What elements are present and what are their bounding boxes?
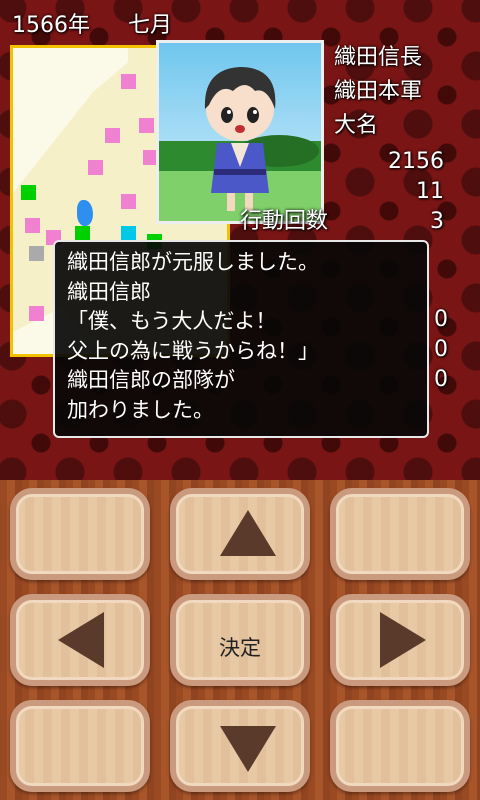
dialog-line: 織田信郎 [67,279,151,304]
blank-button-bottom-right[interactable] [330,700,470,792]
game-screen: 1566年 七月 織田信長 織田本軍 大名 2156 11 行動回数 3 0 0… [0,0,480,480]
stat-value: 0 [434,337,448,362]
stat-value: 3 [430,209,444,234]
province-marker[interactable] [29,246,44,261]
province-marker[interactable] [121,226,136,241]
right-button[interactable] [330,594,470,686]
portrait-art [159,43,321,221]
down-button[interactable] [170,700,310,792]
daimyo-name: 織田信長 [334,45,423,70]
character-portrait [156,40,324,224]
province-marker[interactable] [105,128,120,143]
month-label: 七月 [128,13,173,38]
confirm-label: 決定 [219,636,261,660]
right-arrow-icon [380,612,426,668]
control-pad: 決定 [0,480,480,800]
province-marker[interactable] [25,218,40,233]
message-dialog[interactable]: 織田信郎が元服しました。 織田信郎 「僕、もう大人だよ！ 父上の為に戦うからね！… [53,240,429,438]
province-marker[interactable] [139,118,154,133]
province-marker[interactable] [75,226,90,241]
lake-biwa [77,200,93,226]
year-label: 1566年 [12,13,90,38]
stat-value: 0 [434,367,448,392]
up-arrow-icon [220,510,276,556]
down-arrow-icon [220,726,276,772]
province-marker[interactable] [21,185,36,200]
province-marker[interactable] [121,74,136,89]
confirm-button[interactable]: 決定 [170,594,310,686]
blank-button-top-right[interactable] [330,488,470,580]
rank-label: 大名 [334,113,379,138]
dialog-line: 織田信郎が元服しました。 [67,250,319,274]
army-name: 織田本軍 [334,79,423,104]
province-marker[interactable] [29,306,44,321]
left-button[interactable] [10,594,150,686]
dialog-line: 織田信郎の部隊が [67,368,235,392]
stat-value: 2156 [388,149,444,174]
dialog-line: 父上の為に戦うからね！」 [67,338,319,363]
stat-value: 11 [416,179,444,204]
blank-button-bottom-left[interactable] [10,700,150,792]
sea-area [13,48,128,193]
blank-button-top-left[interactable] [10,488,150,580]
dialog-line: 「僕、もう大人だよ！ [67,309,277,333]
stat-value: 0 [434,307,448,332]
up-button[interactable] [170,488,310,580]
stat-label-actions: 行動回数 [240,209,329,234]
left-arrow-icon [58,612,104,668]
province-marker[interactable] [88,160,103,175]
province-marker[interactable] [121,194,136,209]
dialog-line: 加わりました。 [67,397,214,422]
